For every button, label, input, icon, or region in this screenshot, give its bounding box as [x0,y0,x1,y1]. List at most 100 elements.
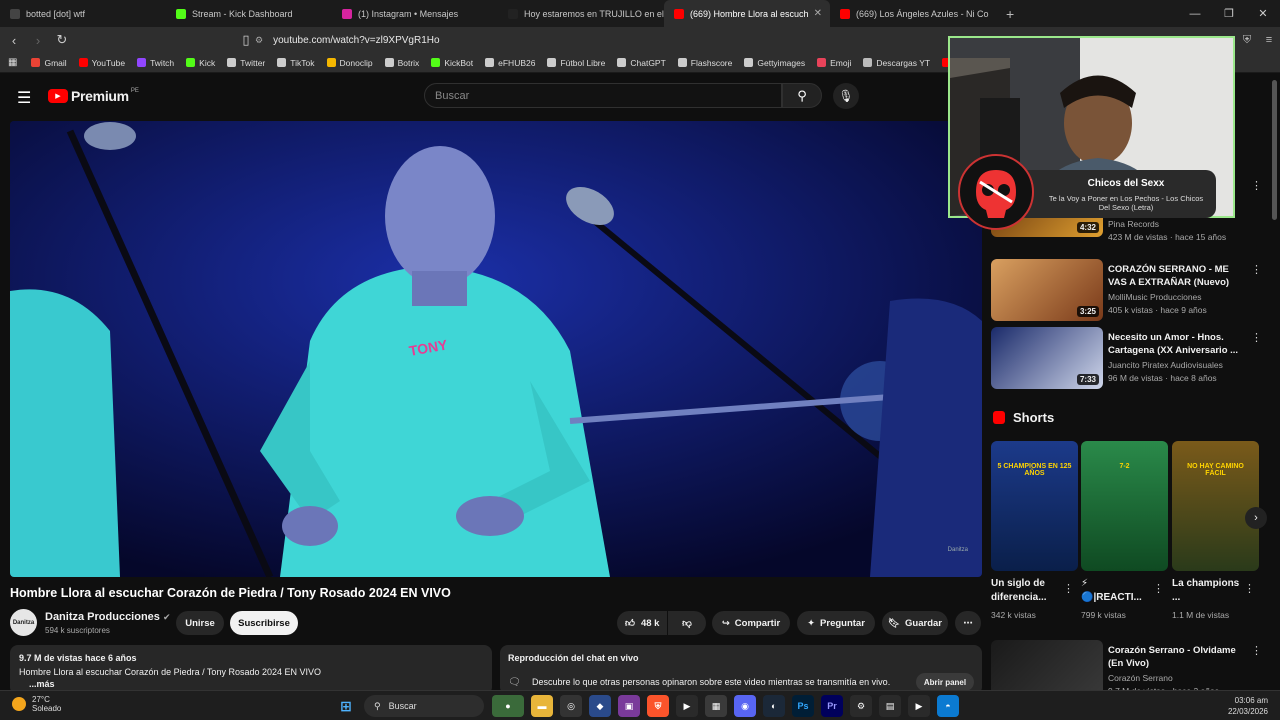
short-thumbnail[interactable]: 7-2 [1081,441,1168,571]
app-icon[interactable]: ◆ [589,695,611,717]
bookmark-item[interactable]: Emoji [817,58,851,68]
youtube-logo[interactable]: ▶ Premium PE [48,88,139,104]
search-button[interactable]: ⚲ [782,83,822,108]
more-actions-button[interactable]: ⋯ [955,611,981,635]
bookmark-item[interactable]: Gettyimages [744,58,805,68]
close-window-icon[interactable]: ✕ [1246,7,1280,20]
bookmark-item[interactable]: YouTube [78,58,125,68]
browser-tab[interactable]: Stream - Kick Dashboard [166,0,332,27]
more-options-icon[interactable]: ⋮ [1251,644,1262,657]
related-video-title[interactable]: CORAZÓN SERRANO - ME VAS A EXTRAÑAR (Nue… [1108,263,1248,289]
minimize-icon[interactable]: — [1178,8,1212,20]
browser-tab[interactable]: (669) Los Ángeles Azules - Ni Co [830,0,996,27]
open-panel-button[interactable]: Abrir panel [916,673,974,691]
bookmark-item[interactable]: eFHUB26 [485,58,535,68]
subscribe-button[interactable]: Suscribirse [230,611,298,635]
description-box[interactable]: 9.7 M de vistas hace 6 años Hombre Llora… [10,645,492,695]
more-options-icon[interactable]: ⋮ [1153,582,1164,595]
site-info-icon[interactable]: ⚙ [255,35,263,46]
bookmark-item[interactable]: Kick [186,58,215,68]
system-clock[interactable]: 03:06 am 22/03/2026 [1228,695,1268,717]
browser-tab[interactable]: Hoy estaremos en TRUJILLO en el ve [498,0,664,27]
bookmark-item[interactable]: Gmail [31,58,67,68]
more-options-icon[interactable]: ⋮ [1244,582,1255,595]
calculator-icon[interactable]: ▦ [705,695,727,717]
bookmark-item[interactable]: Flashscore [677,58,732,68]
chatgpt-icon[interactable]: ◎ [560,695,582,717]
related-video-title[interactable]: Necesito un Amor - Hnos. Cartagena (XX A… [1108,331,1248,357]
taskbar-search[interactable]: ⚲ Buscar [364,695,484,717]
channel-name[interactable]: Danitza Producciones ✔ [45,611,171,623]
more-options-icon[interactable]: ⋮ [1251,331,1262,344]
app-icon[interactable]: ▣ [618,695,640,717]
widgets-icon[interactable]: ● [492,695,524,717]
bookmark-item[interactable]: Descargas YT [863,58,930,68]
related-video-item[interactable]: 7:33 Necesito un Amor - Hnos. Cartagena (… [991,327,1266,389]
brave-shield-icon[interactable]: ⛨ [1236,34,1258,47]
back-icon[interactable]: ‹ [4,33,24,48]
shorts-next-button[interactable]: › [1245,507,1267,529]
bookmark-item[interactable]: Twitch [137,58,174,68]
new-tab-icon[interactable]: + [1006,6,1014,22]
forward-icon[interactable]: › [28,33,48,48]
discord-icon[interactable]: ◉ [734,695,756,717]
join-button[interactable]: Unirse [176,611,224,635]
reload-icon[interactable]: ↻ [52,32,72,48]
save-button[interactable]: 🔖︎ Guardar [882,611,948,635]
app-icon[interactable]: ▶ [676,695,698,717]
more-options-icon[interactable]: ⋮ [1251,263,1262,276]
notes-icon[interactable]: ▤ [879,695,901,717]
search-input[interactable]: Buscar [424,83,782,108]
photoshop-icon[interactable]: Ps [792,695,814,717]
channel-avatar[interactable]: Danitza [10,609,37,636]
bookmark-icon[interactable]: ▯ [236,32,256,48]
related-video-item[interactable]: 3:25 CORAZÓN SERRANO - ME VAS A EXTRAÑAR … [991,259,1266,321]
bookmark-item[interactable]: Fútbol Libre [547,58,605,68]
like-button[interactable]: 👍︎ 48 k [617,611,667,635]
bookmark-item[interactable]: TikTok [277,58,315,68]
edge-icon[interactable]: ◓ [937,695,959,717]
browser-tab[interactable]: (669) Hombre Llora al escuch ✕ [664,0,830,27]
video-thumbnail[interactable]: 7:33 [991,327,1103,389]
more-options-icon[interactable]: ⋮ [1251,179,1262,192]
short-title[interactable]: ⚡ 🔵|REACTI... [1081,577,1151,605]
short-thumbnail[interactable]: 5 CHAMPIONS EN 125 AÑOS [991,441,1078,571]
related-video-channel[interactable]: Juancito Piratex Audiovisuales [1108,360,1223,370]
restore-icon[interactable]: ❐ [1212,7,1246,20]
share-button[interactable]: ↪ Compartir [712,611,790,635]
file-explorer-icon[interactable]: ▬ [531,695,553,717]
bookmark-item[interactable]: Donoclip [326,58,373,68]
related-video-channel[interactable]: MolliMusic Producciones [1108,292,1202,302]
video-thumbnail[interactable]: 3:25 [991,259,1103,321]
ask-button[interactable]: ✦ Preguntar [797,611,875,635]
short-thumbnail[interactable]: NO HAY CAMINO FÁCIL [1172,441,1259,571]
windows-start-icon[interactable]: ⊞ [335,695,357,717]
voice-search-button[interactable]: 🎙 [833,83,859,109]
more-options-icon[interactable]: ⋮ [1063,582,1074,595]
weather-widget[interactable]: 27°C Soleado [12,695,61,713]
steam-icon[interactable]: ◐ [763,695,785,717]
premiere-icon[interactable]: Pr [821,695,843,717]
settings-icon[interactable]: ⚙ [850,695,872,717]
media-player-icon[interactable]: ▶ [908,695,930,717]
show-more[interactable]: ...más [29,679,483,689]
browser-tab[interactable]: botted [dot] wtf [0,0,166,27]
bookmark-item[interactable]: Botrix [384,58,419,68]
video-player[interactable]: TONY Danitza [10,121,982,577]
bookmark-item[interactable]: KickBot [431,58,473,68]
menu-icon[interactable]: ≡ [1258,34,1280,46]
short-title[interactable]: La champions ... [1172,577,1242,605]
dislike-button[interactable]: 👎︎ [668,611,706,635]
bookmark-item[interactable]: ChatGPT [617,58,666,68]
browser-tab[interactable]: (1) Instagram • Mensajes [332,0,498,27]
short-title[interactable]: Un siglo de diferencia... [991,577,1061,605]
related-video-channel[interactable]: Corazón Serrano [1108,673,1173,683]
url-field[interactable]: ⚙ youtube.com/watch?v=zl9XPVgR1Ho [255,30,945,50]
bookmark-item[interactable]: Twitter [227,58,265,68]
related-video-title[interactable]: Corazón Serrano - Olvidame (En Vivo) [1108,644,1248,670]
page-scrollbar[interactable] [1272,80,1277,220]
hamburger-menu-icon[interactable]: ☰ [17,88,31,108]
brave-icon[interactable]: ⛨ [647,695,669,717]
apps-icon[interactable]: ▦ [8,57,17,68]
close-tab-icon[interactable]: ✕ [814,8,822,19]
